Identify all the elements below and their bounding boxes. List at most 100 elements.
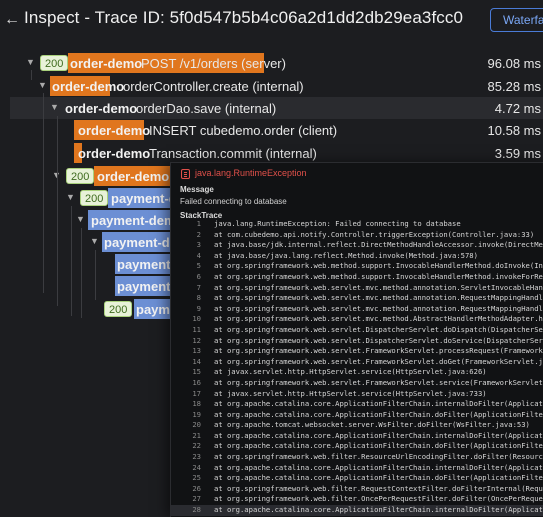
stacktrace-text: at org.springframework.web.method.suppor… bbox=[214, 261, 543, 271]
stacktrace-text: at org.springframework.web.servlet.mvc.m… bbox=[214, 303, 543, 313]
stacktrace-line: 8 at org.springframework.web.servlet.mvc… bbox=[171, 293, 543, 304]
line-number: 5 bbox=[196, 261, 201, 271]
line-number: 19 bbox=[192, 409, 201, 419]
stacktrace-line: 1 java.lang.RuntimeException: Failed conn… bbox=[171, 219, 543, 230]
stacktrace-line: 2 at com.cubedemo.api.notify.Controller.… bbox=[171, 230, 543, 241]
stacktrace-line: 13 at org.springframework.web.servlet.Fr… bbox=[171, 346, 543, 357]
status-badge: 200 bbox=[104, 301, 133, 317]
stacktrace-text: at org.apache.catalina.core.ApplicationF… bbox=[214, 473, 543, 483]
line-number: 22 bbox=[192, 441, 201, 451]
stacktrace-text: at org.springframework.web.servlet.Frame… bbox=[214, 356, 543, 366]
line-number: 15 bbox=[192, 367, 201, 377]
span-service: order-demo bbox=[78, 146, 151, 161]
chevron-down-icon[interactable]: ▼ bbox=[90, 235, 100, 247]
arrow-left-icon[interactable]: ← bbox=[4, 10, 20, 30]
tree-guide bbox=[31, 70, 32, 80]
span-row[interactable]: order-demo Transaction.commit (internal)… bbox=[0, 142, 543, 164]
span-service: order-demo bbox=[78, 123, 151, 138]
span-service: order-demo bbox=[97, 169, 170, 184]
line-number: 23 bbox=[192, 452, 201, 462]
span-service: payment-dem bbox=[91, 213, 176, 228]
stacktrace-line: 17 at javax.servlet.http.HttpServlet.ser… bbox=[171, 389, 543, 400]
stacktrace-text: at org.springframework.web.filter.Resour… bbox=[214, 452, 543, 462]
stacktrace-line: 20 at org.apache.tomcat.websocket.server… bbox=[171, 420, 543, 431]
span-operation: orderController.create (internal) bbox=[123, 79, 304, 94]
chevron-down-icon[interactable]: ▼ bbox=[66, 191, 76, 203]
line-number: 1 bbox=[196, 219, 201, 228]
span-operation: orderDao.save (internal) bbox=[136, 101, 277, 116]
stacktrace-line: 3 at java.base/jdk.internal.reflect.Dire… bbox=[171, 240, 543, 251]
error-detail-panel: java.lang.RuntimeException Message Faile… bbox=[170, 162, 543, 517]
span-row[interactable]: order-demo INSERT cubedemo.order (client… bbox=[0, 119, 543, 141]
chevron-down-icon[interactable]: ▼ bbox=[38, 79, 48, 91]
span-duration: 10.58 ms bbox=[487, 123, 541, 138]
span-row[interactable]: ▼ order-demo orderController.create (int… bbox=[0, 75, 543, 97]
span-duration: 96.08 ms bbox=[487, 56, 541, 71]
tree-guide bbox=[57, 116, 58, 306]
stacktrace-line: 16 at org.springframework.web.servlet.Fr… bbox=[171, 378, 543, 389]
stacktrace-line: 28 at org.apache.catalina.core.Applicati… bbox=[171, 505, 543, 516]
message-label: Message bbox=[180, 185, 214, 194]
stacktrace-line: 15 at javax.servlet.http.HttpServlet.ser… bbox=[171, 367, 543, 378]
stacktrace-text: at org.apache.catalina.core.ApplicationF… bbox=[214, 430, 543, 440]
line-number: 9 bbox=[196, 303, 201, 313]
stacktrace-text: at org.springframework.web.servlet.Dispa… bbox=[214, 324, 543, 334]
stacktrace-line: 21 at org.apache.catalina.core.Applicati… bbox=[171, 431, 543, 442]
tree-guide bbox=[71, 206, 72, 316]
span-operation: POST /v1/orders (server) bbox=[141, 56, 286, 71]
span-service: payment- bbox=[117, 279, 175, 294]
stacktrace-text: at org.apache.tomcat.websocket.server.Ws… bbox=[214, 420, 530, 430]
stacktrace-line: 22 at org.apache.catalina.core.Applicati… bbox=[171, 441, 543, 452]
span-service: payment-de bbox=[104, 235, 177, 250]
stacktrace-text: at org.springframework.web.servlet.Frame… bbox=[214, 377, 543, 387]
stacktrace-line: 10 at org.springframework.web.servlet.mv… bbox=[171, 314, 543, 325]
line-number: 26 bbox=[192, 483, 201, 493]
tree-guide bbox=[43, 93, 44, 293]
stacktrace-text: at javax.servlet.http.HttpServlet.servic… bbox=[214, 367, 487, 377]
stacktrace-line: 14 at org.springframework.web.servlet.Fr… bbox=[171, 357, 543, 368]
line-number: 25 bbox=[192, 473, 201, 483]
tree-guide bbox=[81, 228, 82, 318]
stacktrace-view[interactable]: 1 java.lang.RuntimeException: Failed conn… bbox=[171, 219, 543, 517]
stacktrace-text: at org.apache.catalina.core.ApplicationF… bbox=[214, 441, 543, 451]
span-duration: 3.59 ms bbox=[494, 146, 541, 161]
waterfall-view-button[interactable]: Waterfa bbox=[490, 8, 543, 32]
stacktrace-text: at org.apache.catalina.core.ApplicationF… bbox=[214, 399, 543, 409]
span-service: order-demo bbox=[65, 101, 138, 116]
exception-message: Failed connecting to database bbox=[180, 197, 287, 206]
span-row[interactable]: ▼ order-demo orderDao.save (internal) 4.… bbox=[10, 97, 543, 119]
span-service: order-demo bbox=[70, 56, 143, 71]
stacktrace-line: 26 at org.springframework.web.filter.Req… bbox=[171, 484, 543, 495]
stacktrace-line: 25 at org.apache.catalina.core.Applicati… bbox=[171, 473, 543, 484]
chevron-down-icon[interactable]: ▼ bbox=[26, 56, 36, 68]
span-operation: INSERT cubedemo.order (client) bbox=[149, 123, 338, 138]
stacktrace-text: at org.springframework.web.servlet.mvc.m… bbox=[214, 282, 543, 292]
stacktrace-line: 27 at org.springframework.web.filter.Onc… bbox=[171, 494, 543, 505]
stacktrace-text: at java.base/java.lang.reflect.Method.in… bbox=[214, 250, 478, 260]
stacktrace-text: at org.springframework.web.filter.Reques… bbox=[214, 483, 543, 493]
stacktrace-line: 18 at org.apache.catalina.core.Applicati… bbox=[171, 399, 543, 410]
stacktrace-text: at org.apache.catalina.core.ApplicationF… bbox=[214, 505, 543, 515]
stacktrace-line: 23 at org.springframework.web.filter.Res… bbox=[171, 452, 543, 463]
line-number: 12 bbox=[192, 335, 201, 345]
stacktrace-text: at org.apache.catalina.core.ApplicationF… bbox=[214, 409, 543, 419]
status-badge: 200 bbox=[40, 55, 69, 71]
line-number: 28 bbox=[192, 505, 201, 515]
stacktrace-line: 6 at org.springframework.web.method.supp… bbox=[171, 272, 543, 283]
chevron-down-icon[interactable]: ▼ bbox=[76, 213, 86, 225]
span-service: payment- bbox=[117, 257, 175, 272]
line-number: 11 bbox=[192, 324, 201, 334]
stacktrace-line: 11 at org.springframework.web.servlet.Di… bbox=[171, 325, 543, 336]
chevron-down-icon[interactable]: ▼ bbox=[50, 101, 60, 113]
stacktrace-line: 12 at org.springframework.web.servlet.Di… bbox=[171, 336, 543, 347]
stacktrace-text: at org.springframework.web.servlet.Dispa… bbox=[214, 335, 543, 345]
stacktrace-line: 9 at org.springframework.web.servlet.mvc… bbox=[171, 304, 543, 315]
status-badge: 200 bbox=[80, 190, 109, 206]
error-icon bbox=[181, 169, 190, 179]
stacktrace-text: at org.springframework.web.servlet.mvc.m… bbox=[214, 293, 543, 303]
stacktrace-text: at java.base/jdk.internal.reflect.Direct… bbox=[214, 240, 543, 250]
span-row[interactable]: ▼ 200 order-demo POST /v1/orders (server… bbox=[0, 52, 543, 74]
span-duration: 4.72 ms bbox=[494, 101, 541, 116]
stacktrace-line: 24 at org.apache.catalina.core.Applicati… bbox=[171, 463, 543, 474]
tree-guide bbox=[95, 250, 96, 300]
